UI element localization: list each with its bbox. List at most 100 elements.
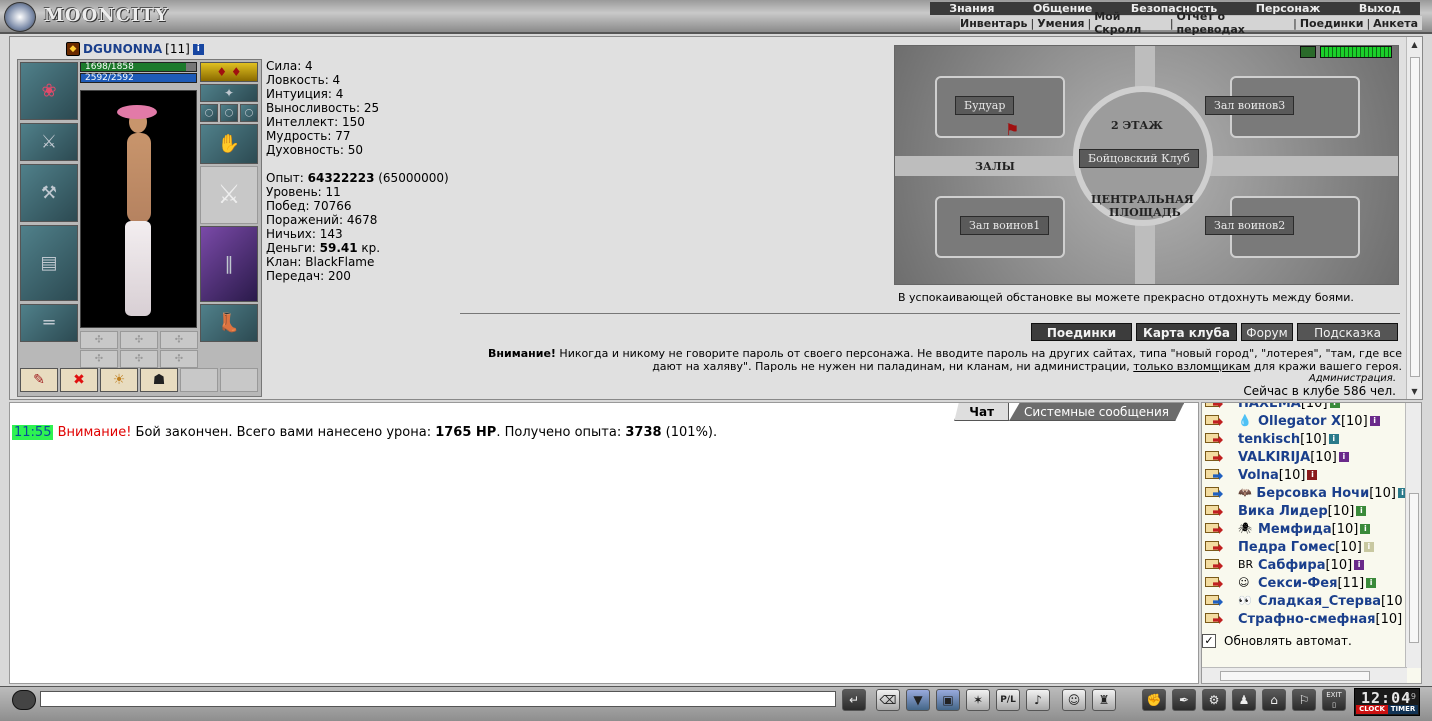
pl-icon[interactable]: P/L <box>996 689 1020 711</box>
user-name[interactable]: Педра Гомес <box>1238 540 1335 555</box>
info-icon[interactable]: i <box>1360 524 1371 534</box>
private-message-icon[interactable] <box>1204 449 1224 465</box>
clear-icon[interactable]: ⌫ <box>876 689 900 711</box>
warning-link[interactable]: только взломщикам <box>1133 360 1250 373</box>
boots-slot[interactable]: 👢 <box>200 304 258 342</box>
filter-icon[interactable]: ▼ <box>906 689 930 711</box>
private-message-icon[interactable] <box>1204 557 1224 573</box>
scroll-slot-1[interactable]: ✎ <box>20 368 58 392</box>
private-message-icon[interactable] <box>1204 403 1224 411</box>
map-button-hall3[interactable]: Зал воинов3 <box>1205 96 1295 115</box>
ring-slot-3[interactable]: ○ <box>240 104 258 122</box>
private-message-icon[interactable] <box>1204 431 1224 447</box>
scroll-slot-4[interactable]: ☗ <box>140 368 178 392</box>
rune-slot-1[interactable]: ✣ <box>80 331 118 349</box>
fighter-icon[interactable]: ✶ <box>966 689 990 711</box>
earrings-slot[interactable]: ♦ ♦ <box>200 62 258 82</box>
belt-slot[interactable]: ═ <box>20 304 78 342</box>
fist-icon[interactable]: ✊ <box>1142 689 1166 711</box>
scroll-up-icon[interactable]: ▲ <box>1409 39 1420 50</box>
private-message-icon[interactable] <box>1204 575 1224 591</box>
club-map-button[interactable]: Карта клуба <box>1136 323 1237 341</box>
legs-slot[interactable]: ‖ <box>200 226 258 302</box>
rune-slot-4[interactable]: ✣ <box>80 350 118 368</box>
helmet-slot[interactable]: ❀ <box>20 62 78 120</box>
info-icon[interactable]: i <box>1354 560 1365 570</box>
avatar[interactable] <box>80 90 197 328</box>
flag-icon[interactable]: ⚐ <box>1292 689 1316 711</box>
hint-button[interactable]: Подсказка <box>1297 323 1398 341</box>
scroll-slot-5[interactable] <box>180 368 218 392</box>
menu-knowledge[interactable]: Знания <box>939 2 1004 15</box>
user-name[interactable]: Секси-Фея <box>1258 576 1337 591</box>
map-button-boudoir[interactable]: Будуар <box>955 96 1015 115</box>
tab-system-messages[interactable]: Системные сообщения <box>1009 403 1184 421</box>
scroll-down-icon[interactable]: ▼ <box>1409 386 1420 397</box>
user-name[interactable]: Страфно-смефная <box>1238 612 1376 627</box>
smile-icon[interactable]: ☺ <box>1062 689 1086 711</box>
scroll-slot-6[interactable] <box>220 368 258 392</box>
main-scrollbar[interactable]: ▲ ▼ <box>1406 37 1422 399</box>
forum-button[interactable]: Форум <box>1241 323 1293 341</box>
info-icon[interactable]: i <box>1329 403 1340 408</box>
menu-communication[interactable]: Общение <box>1023 2 1102 15</box>
quill-icon[interactable]: ✒ <box>1172 689 1196 711</box>
duels-button[interactable]: Поединки <box>1031 323 1132 341</box>
user-name[interactable]: Берсовка Ночи <box>1256 486 1369 501</box>
submenu-skills[interactable]: Умения <box>1037 17 1084 30</box>
user-name[interactable]: VALKIRIJA <box>1238 450 1310 465</box>
shield-slot[interactable]: ⚔ <box>200 166 258 224</box>
auto-update-checkbox[interactable]: ✓ <box>1202 634 1216 648</box>
user-name[interactable]: Ollegator X <box>1258 414 1341 429</box>
music-icon[interactable]: ♪ <box>1026 689 1050 711</box>
map-button-fight-club[interactable]: Бойцовский Клуб <box>1079 149 1199 168</box>
info-icon[interactable]: i <box>1356 506 1367 516</box>
ring-slot-2[interactable]: ○ <box>220 104 238 122</box>
private-message-icon[interactable] <box>1204 485 1224 501</box>
timer-button[interactable]: TIMER <box>1388 705 1418 714</box>
character-name[interactable]: DGUNONNA <box>83 42 162 56</box>
user-name[interactable]: Сладкая_Стерва <box>1258 594 1381 609</box>
ring-slot-1[interactable]: ○ <box>200 104 218 122</box>
private-message-icon[interactable] <box>1204 467 1224 483</box>
clock-button[interactable]: CLOCK <box>1356 705 1388 714</box>
bust-icon[interactable]: ♟ <box>1232 689 1256 711</box>
speaker-icon[interactable] <box>12 690 36 710</box>
rune-slot-5[interactable]: ✣ <box>120 350 158 368</box>
info-icon[interactable]: i <box>1363 542 1374 552</box>
user-name[interactable]: Сабфира <box>1258 558 1325 573</box>
info-icon[interactable]: i <box>1328 434 1339 444</box>
submenu-inventory[interactable]: Инвентарь <box>960 17 1027 30</box>
exit-icon[interactable]: EXIT ▯ <box>1322 689 1346 711</box>
weapon-slot[interactable]: ⚒ <box>20 164 78 222</box>
send-icon[interactable]: ↵ <box>842 689 866 711</box>
map-button-hall1[interactable]: Зал воинов1 <box>960 216 1050 235</box>
clan-chat-icon[interactable]: ♜ <box>1092 689 1116 711</box>
rune-slot-2[interactable]: ✣ <box>120 331 158 349</box>
info-icon[interactable]: i <box>1338 452 1349 462</box>
scroll-slot-3[interactable]: ☀ <box>100 368 138 392</box>
save-icon[interactable]: ▣ <box>936 689 960 711</box>
scroll-slot-2[interactable]: ✖ <box>60 368 98 392</box>
scroll-thumb[interactable] <box>1410 57 1420 377</box>
submenu-my-scroll[interactable]: Мой Скролл <box>1094 10 1167 36</box>
submenu-transfer-report[interactable]: Отчет о переводах <box>1177 10 1291 36</box>
private-message-icon[interactable] <box>1204 521 1224 537</box>
user-name[interactable]: Volna <box>1238 468 1279 483</box>
user-name[interactable]: Вика Лидер <box>1238 504 1328 519</box>
private-message-icon[interactable] <box>1204 539 1224 555</box>
info-icon[interactable]: i <box>1369 416 1380 426</box>
scroll-thumb[interactable] <box>1409 493 1419 643</box>
menu-exit[interactable]: Выход <box>1349 2 1411 15</box>
submenu-duels[interactable]: Поединки <box>1300 17 1364 30</box>
user-name[interactable]: Мемфида <box>1258 522 1332 537</box>
armor-slot[interactable]: ▤ <box>20 225 78 301</box>
refresh-icon[interactable] <box>1300 46 1316 58</box>
tab-chat[interactable]: Чат <box>954 403 1010 421</box>
amulet-slot[interactable]: ✦ <box>200 84 258 102</box>
info-icon[interactable]: i <box>1307 470 1318 480</box>
gloves-slot[interactable]: ✋ <box>200 124 258 164</box>
chat-input[interactable] <box>40 691 836 707</box>
submenu-profile[interactable]: Анкета <box>1373 17 1418 30</box>
rune-slot-3[interactable]: ✣ <box>160 331 198 349</box>
